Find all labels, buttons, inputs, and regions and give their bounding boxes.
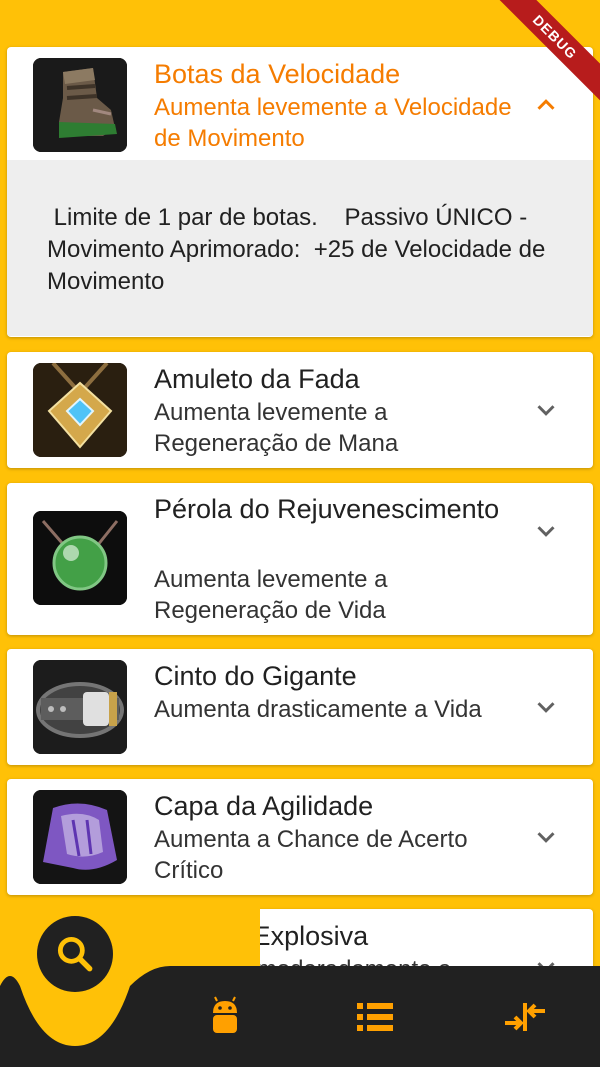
item-title: Pérola do Rejuvenescimento <box>154 494 500 524</box>
nav-android-button[interactable] <box>185 966 265 1067</box>
chevron-down-icon[interactable] <box>531 952 561 966</box>
item-subtitle: Aumenta drasticamente a Vida <box>154 696 482 723</box>
list-item[interactable]: Amuleto da Fada Aumenta levemente a Rege… <box>7 352 593 468</box>
item-list: Botas da Velocidade Aumenta levemente a … <box>0 0 600 966</box>
item-title: Capa da Agilidade <box>154 791 374 821</box>
item-subtitle: Aumenta levemente a Velocidade de Movime… <box>154 94 512 152</box>
nav-compare-button[interactable] <box>485 966 565 1067</box>
item-details: Limite de 1 par de botas. Passivo ÚNICO … <box>7 160 593 336</box>
list-item[interactable]: Botas da Velocidade Aumenta levemente a … <box>7 47 593 337</box>
list-item[interactable]: Pérola do Rejuvenescimento Aumenta levem… <box>7 483 593 635</box>
boots-icon <box>33 58 127 152</box>
chevron-down-icon[interactable] <box>531 822 561 852</box>
nav-search-button[interactable] <box>37 916 113 992</box>
search-icon <box>57 936 93 972</box>
list-item[interactable]: Capa da Agilidade Aumenta a Chance de Ac… <box>7 779 593 895</box>
amulet-icon <box>33 363 127 457</box>
item-title: Amuleto da Fada <box>154 364 360 394</box>
list-icon <box>357 1002 393 1031</box>
chevron-down-icon[interactable] <box>531 395 561 425</box>
belt-icon <box>33 660 127 754</box>
android-icon <box>213 996 237 1033</box>
compare-icon <box>505 1002 545 1031</box>
item-title: Cinto do Gigante <box>154 661 357 691</box>
item-title: Botas da Velocidade <box>154 59 401 89</box>
chevron-up-icon[interactable] <box>531 90 561 120</box>
chevron-down-icon[interactable] <box>531 516 561 546</box>
item-subtitle: Aumenta levemente a Regeneração de Vida <box>154 566 388 624</box>
item-subtitle: Aumenta levemente a Regeneração de Mana <box>154 399 399 457</box>
item-subtitle: Aumenta a Chance de Acerto Crítico <box>154 826 468 884</box>
pearl-icon <box>33 511 127 605</box>
nav-list-button[interactable] <box>335 966 415 1067</box>
item-details-text: Limite de 1 par de botas. Passivo ÚNICO … <box>47 204 552 295</box>
cloak-icon <box>33 790 127 884</box>
bottom-nav-bar <box>0 906 600 1067</box>
chevron-down-icon[interactable] <box>531 692 561 722</box>
list-item[interactable]: Cinto do Gigante Aumenta drasticamente a… <box>7 649 593 765</box>
